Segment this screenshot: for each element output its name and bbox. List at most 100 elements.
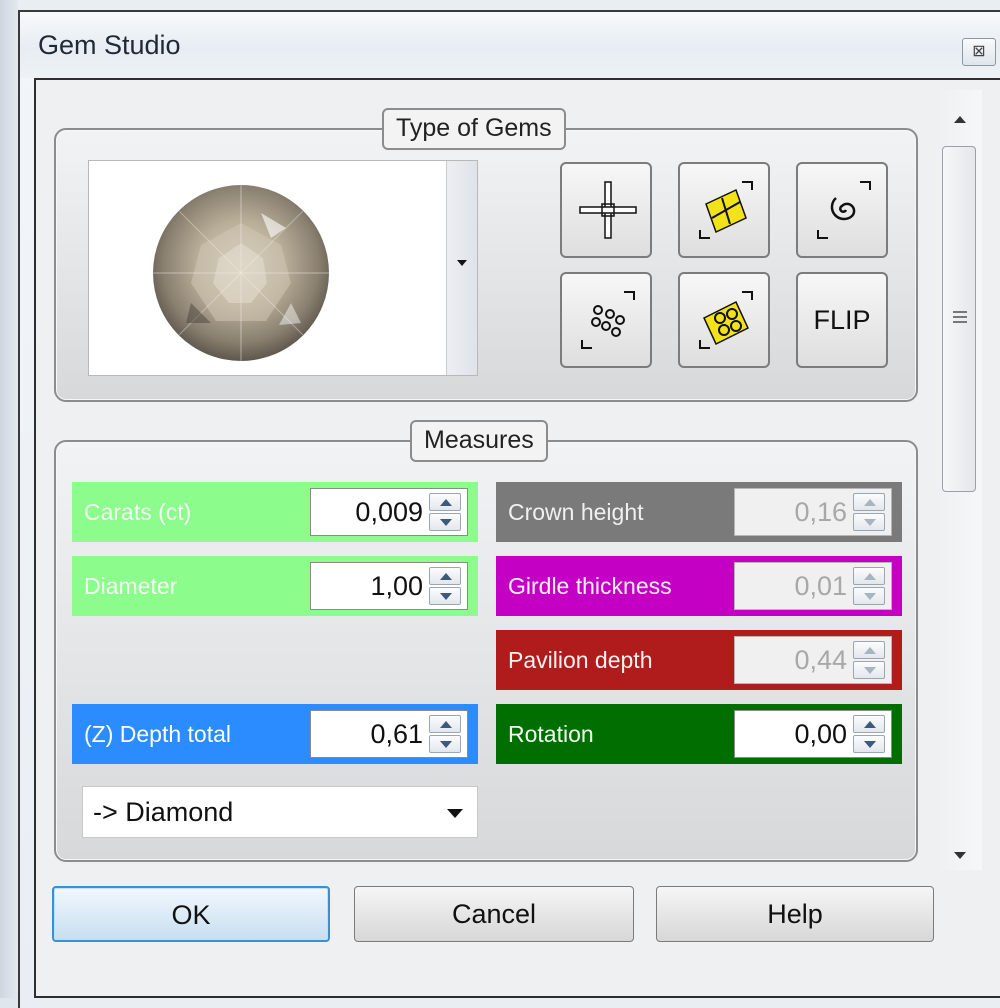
carats-spin-buttons xyxy=(429,493,461,531)
title-bar[interactable]: Gem Studio ⊠ xyxy=(20,12,1000,78)
crown-height-value[interactable]: 0,16 xyxy=(735,489,847,535)
carats-label: Carats (ct) xyxy=(84,499,192,525)
spiral-button[interactable] xyxy=(796,162,888,258)
gem-shape-select[interactable]: -> Diamond xyxy=(82,786,478,838)
pavilion-depth-increment[interactable] xyxy=(853,641,885,659)
gem-dropdown-arrow-column[interactable] xyxy=(446,161,477,375)
scroll-up-icon[interactable] xyxy=(954,116,966,123)
spin-down-icon xyxy=(440,519,452,526)
carats-increment[interactable] xyxy=(429,493,461,511)
crown-height-spinbox[interactable]: 0,16 xyxy=(734,488,892,536)
spiral-icon xyxy=(817,181,871,239)
center-cross-icon xyxy=(579,181,637,239)
dialog-client-area: Type of Gems FLIP Measures Carats (ct) 0… xyxy=(34,78,1000,998)
rotation-increment[interactable] xyxy=(853,715,885,733)
help-button[interactable]: Help xyxy=(656,886,934,942)
ok-button[interactable]: OK xyxy=(52,886,330,942)
cancel-button[interactable]: Cancel xyxy=(354,886,634,942)
rotation-decrement[interactable] xyxy=(853,735,885,753)
pavilion-depth-row: Pavilion depth 0,44 xyxy=(496,630,902,690)
gem-studio-window: Gem Studio ⊠ Type of Gems FLIP Measures … xyxy=(18,10,1000,1008)
rotation-value[interactable]: 0,00 xyxy=(735,711,847,757)
center-cross-button[interactable] xyxy=(560,162,652,258)
girdle-thickness-increment[interactable] xyxy=(853,567,885,585)
spin-down-icon xyxy=(864,741,876,748)
rotation-label: Rotation xyxy=(508,721,594,747)
dropdown-arrow-icon xyxy=(447,809,463,818)
gem-type-dropdown[interactable] xyxy=(88,160,478,376)
spin-down-icon xyxy=(440,593,452,600)
scatter-gems-button[interactable] xyxy=(560,272,652,368)
transform-gem-icon xyxy=(699,181,753,239)
scrollbar-thumb[interactable] xyxy=(942,146,976,492)
close-button[interactable]: ⊠ xyxy=(962,38,996,66)
girdle-thickness-spinbox[interactable]: 0,01 xyxy=(734,562,892,610)
diameter-spinbox[interactable]: 1,00 xyxy=(310,562,468,610)
close-icon: ⊠ xyxy=(972,43,986,60)
measures-group: Measures Carats (ct) 0,009 Diameter 1,00 xyxy=(54,420,918,862)
dropdown-arrow-icon xyxy=(457,260,467,266)
spin-up-icon xyxy=(440,573,452,580)
spin-up-icon xyxy=(440,499,452,506)
flip-button[interactable]: FLIP xyxy=(796,272,888,368)
depth-total-row: (Z) Depth total 0,61 xyxy=(72,704,478,764)
carats-value[interactable]: 0,009 xyxy=(311,489,423,535)
spin-down-icon xyxy=(864,593,876,600)
depth-total-decrement[interactable] xyxy=(429,735,461,753)
spin-up-icon xyxy=(864,499,876,506)
spin-up-icon xyxy=(864,721,876,728)
girdle-thickness-value[interactable]: 0,01 xyxy=(735,563,847,609)
window-title: Gem Studio xyxy=(38,30,181,60)
diameter-row: Diameter 1,00 xyxy=(72,556,478,616)
crown-height-label: Crown height xyxy=(508,499,644,525)
diameter-label: Diameter xyxy=(84,573,178,599)
depth-total-spin-buttons xyxy=(429,715,461,753)
desktop-edge xyxy=(0,0,18,998)
rotation-row: Rotation 0,00 xyxy=(496,704,902,764)
depth-total-label: (Z) Depth total xyxy=(84,721,231,747)
vertical-scrollbar[interactable] xyxy=(938,90,982,870)
spin-down-icon xyxy=(864,519,876,526)
spin-up-icon xyxy=(440,721,452,728)
multi-gem-transform-icon xyxy=(699,291,753,349)
desktop-background xyxy=(0,0,1000,10)
multi-gem-transform-button[interactable] xyxy=(678,272,770,368)
spin-up-icon xyxy=(864,647,876,654)
diameter-spin-buttons xyxy=(429,567,461,605)
depth-total-spinbox[interactable]: 0,61 xyxy=(310,710,468,758)
grip-icon xyxy=(953,311,967,325)
spin-down-icon xyxy=(440,741,452,748)
carats-decrement[interactable] xyxy=(429,513,461,531)
diameter-decrement[interactable] xyxy=(429,587,461,605)
diameter-increment[interactable] xyxy=(429,567,461,585)
carats-spinbox[interactable]: 0,009 xyxy=(310,488,468,536)
gem-shape-value: -> Diamond xyxy=(93,797,234,827)
crown-height-row: Crown height 0,16 xyxy=(496,482,902,542)
girdle-thickness-label: Girdle thickness xyxy=(508,573,672,599)
type-of-gems-group: Type of Gems FLIP xyxy=(54,108,918,402)
pavilion-depth-value[interactable]: 0,44 xyxy=(735,637,847,683)
depth-total-value[interactable]: 0,61 xyxy=(311,711,423,757)
rotation-spin-buttons xyxy=(853,715,885,753)
crown-height-decrement[interactable] xyxy=(853,513,885,531)
spin-down-icon xyxy=(864,667,876,674)
depth-total-increment[interactable] xyxy=(429,715,461,733)
round-diamond-image xyxy=(153,185,329,361)
pavilion-depth-spinbox[interactable]: 0,44 xyxy=(734,636,892,684)
pavilion-depth-spin-buttons xyxy=(853,641,885,679)
type-of-gems-label: Type of Gems xyxy=(382,108,566,150)
scroll-down-icon[interactable] xyxy=(954,852,966,859)
scatter-gems-icon xyxy=(581,291,635,349)
transform-gem-button[interactable] xyxy=(678,162,770,258)
diameter-value[interactable]: 1,00 xyxy=(311,563,423,609)
measures-label: Measures xyxy=(410,420,548,462)
girdle-thickness-row: Girdle thickness 0,01 xyxy=(496,556,902,616)
rotation-spinbox[interactable]: 0,00 xyxy=(734,710,892,758)
spin-up-icon xyxy=(864,573,876,580)
crown-height-spin-buttons xyxy=(853,493,885,531)
carats-row: Carats (ct) 0,009 xyxy=(72,482,478,542)
pavilion-depth-decrement[interactable] xyxy=(853,661,885,679)
girdle-thickness-decrement[interactable] xyxy=(853,587,885,605)
crown-height-increment[interactable] xyxy=(853,493,885,511)
flip-label: FLIP xyxy=(813,305,871,335)
